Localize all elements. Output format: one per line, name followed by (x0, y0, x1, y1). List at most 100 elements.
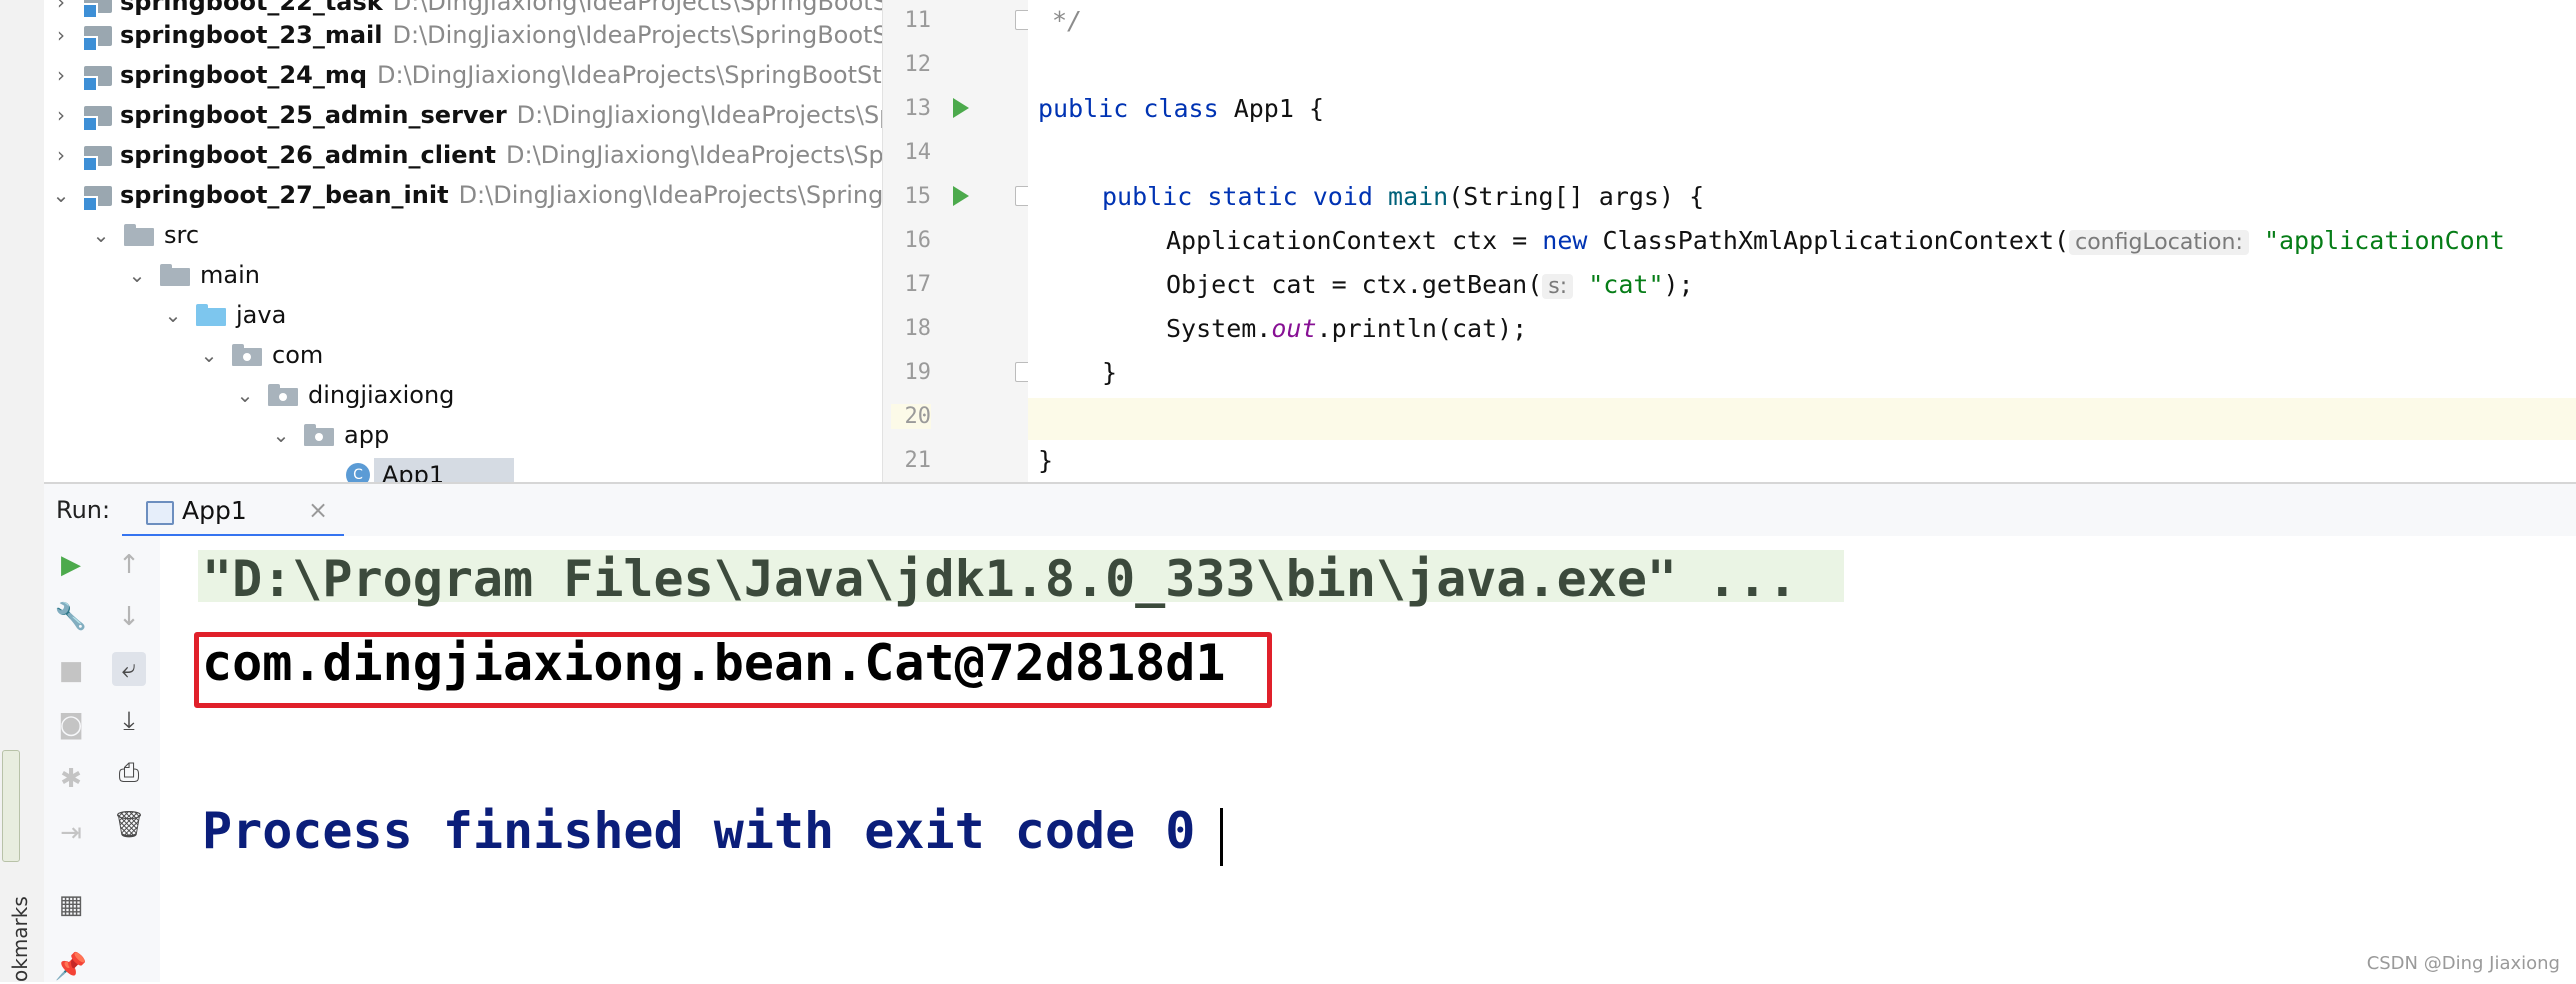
tree-module-row[interactable]: › springboot_24_mq D:\DingJiaxiong\IdeaP… (44, 55, 882, 95)
print-icon[interactable]: ⎙ (112, 756, 146, 790)
chevron-down-icon[interactable]: ⌄ (270, 423, 292, 447)
debug-icon[interactable]: ✱ (54, 762, 88, 796)
module-name: springboot_22_task (120, 0, 383, 16)
folder-name: java (236, 301, 287, 329)
login-icon[interactable]: ⇥ (54, 816, 88, 850)
camera-icon[interactable]: ◙ (54, 708, 88, 742)
line-number: 14 (904, 140, 932, 165)
file-name: App1 (382, 461, 445, 482)
chevron-down-icon[interactable]: ⌄ (126, 263, 148, 287)
module-path: D:\DingJiaxiong\IdeaProjects\SpringBo (458, 181, 882, 209)
package-icon (232, 344, 262, 366)
tree-module-row[interactable]: › springboot_23_mail D:\DingJiaxiong\Ide… (44, 15, 882, 55)
folder-icon (160, 264, 190, 286)
line-number: 15 (904, 184, 932, 209)
code-line-18: System.out.println(cat); (1166, 314, 1528, 343)
tree-folder-row[interactable]: ⌄ main (126, 255, 260, 295)
module-path: D:\DingJiaxiong\IdeaProjects\SpringBootS… (392, 0, 882, 16)
source-folder-icon (196, 304, 226, 326)
line-number: 19 (904, 360, 932, 385)
scroll-to-end-icon[interactable]: ⤓ (112, 704, 146, 738)
soft-wrap-icon[interactable]: ⤶ (112, 652, 146, 686)
code-line-16: ApplicationContext ctx = new ClassPathXm… (1166, 226, 2505, 255)
folder-icon (124, 224, 154, 246)
tree-module-row[interactable]: › springboot_26_admin_client D:\DingJiax… (44, 135, 882, 175)
run-panel-header: Run: App1 × (44, 482, 2576, 539)
code-line-13: public class App1 { (1038, 94, 1325, 123)
wrench-icon[interactable]: 🔧 (54, 600, 88, 634)
layout-icon[interactable]: ▦ (54, 888, 88, 922)
project-tree: › springboot_22_task D:\DingJiaxiong\Ide… (44, 0, 882, 482)
chevron-right-icon[interactable]: › (50, 23, 72, 47)
chevron-down-icon[interactable]: ⌄ (50, 183, 72, 207)
folder-name: src (164, 221, 200, 249)
chevron-right-icon[interactable]: › (50, 0, 72, 14)
code-line-21: } (1038, 446, 1054, 475)
module-path: D:\DingJiaxiong\IdeaProjects\Sprin (506, 141, 882, 169)
run-gutter-icon[interactable] (953, 98, 969, 118)
folder-name: dingjiaxiong (308, 381, 455, 409)
console-command: "D:\Program Files\Java\jdk1.8.0_333\bin\… (202, 550, 1798, 608)
tab-app1[interactable]: App1 × (122, 484, 344, 538)
console-exit-line: Process finished with exit code 0 (202, 802, 1196, 860)
module-name: springboot_26_admin_client (120, 141, 497, 169)
module-path: D:\DingJiaxiong\IdeaProjects\Sprin (516, 101, 882, 129)
chevron-down-icon[interactable]: ⌄ (162, 303, 184, 327)
line-number: 17 (904, 272, 932, 297)
text-caret (1220, 808, 1223, 866)
run-toolbar-secondary: ↑ ↓ ⤶ ⤓ ⎙ 🗑 (98, 536, 161, 982)
tree-folder-row[interactable]: ⌄ dingjiaxiong (234, 375, 455, 415)
code-editor[interactable]: */ public class App1 { public static voi… (1028, 0, 2576, 482)
chevron-right-icon[interactable]: › (50, 103, 72, 127)
arrow-up-icon[interactable]: ↑ (112, 548, 146, 582)
tree-module-row[interactable]: ⌄ springboot_27_bean_init D:\DingJiaxion… (44, 175, 882, 215)
folder-name: com (272, 341, 324, 369)
tree-folder-row[interactable]: ⌄ src (90, 215, 199, 255)
module-path: D:\DingJiaxiong\IdeaProjects\SpringBootS… (392, 21, 882, 49)
line-number: 21 (904, 448, 932, 473)
folder-name: app (344, 421, 390, 449)
chevron-down-icon[interactable]: ⌄ (90, 223, 112, 247)
chevron-right-icon[interactable]: › (50, 143, 72, 167)
console-output[interactable]: "D:\Program Files\Java\jdk1.8.0_333\bin\… (160, 536, 2576, 982)
package-icon (304, 424, 334, 446)
java-class-icon: C (346, 463, 370, 482)
chevron-right-icon[interactable]: › (50, 63, 72, 87)
line-number: 16 (904, 228, 932, 253)
module-icon (82, 104, 112, 132)
trash-icon[interactable]: 🗑 (112, 808, 146, 842)
module-icon (82, 184, 112, 212)
folder-name: main (200, 261, 260, 289)
chevron-down-icon[interactable]: ⌄ (234, 383, 256, 407)
tree-folder-row[interactable]: ⌄ app (270, 415, 390, 455)
line-number: 12 (904, 52, 932, 77)
arrow-down-icon[interactable]: ↓ (112, 600, 146, 634)
run-label: Run: (56, 496, 111, 524)
code-line-19: } (1102, 358, 1118, 387)
code-line-11: */ (1052, 6, 1083, 35)
line-number: 13 (904, 96, 932, 121)
run-toolbar-primary: ▶ 🔧 ■ ◙ ✱ ⇥ ▦ 📌 (44, 536, 99, 982)
console-icon (146, 501, 174, 525)
tree-module-row[interactable]: › springboot_25_admin_server D:\DingJiax… (44, 95, 882, 135)
chevron-down-icon[interactable]: ⌄ (198, 343, 220, 367)
stop-icon[interactable]: ■ (54, 654, 88, 688)
module-name: springboot_27_bean_init (120, 181, 449, 209)
watermark: CSDN @Ding Jiaxiong (2366, 953, 2560, 974)
tree-folder-row[interactable]: ⌄ com (198, 335, 324, 375)
rerun-icon[interactable]: ▶ (54, 548, 88, 582)
line-number: 11 (904, 8, 932, 33)
line-number: 20 (891, 404, 931, 429)
run-gutter-icon[interactable] (953, 186, 969, 206)
tree-file-row[interactable]: C App1 (346, 455, 444, 482)
editor-gutter: 11 12 13 14 15 16 17 18 19 20 21 (882, 0, 1033, 482)
tree-folder-row[interactable]: ⌄ java (162, 295, 287, 335)
module-name: springboot_25_admin_server (120, 101, 507, 129)
bookmarks-indicator[interactable] (2, 750, 20, 862)
pin-icon[interactable]: 📌 (54, 950, 88, 984)
module-icon (82, 24, 112, 52)
module-name: springboot_24_mq (120, 61, 368, 89)
module-icon (82, 0, 112, 19)
close-icon[interactable]: × (308, 496, 328, 524)
module-name: springboot_23_mail (120, 21, 383, 49)
